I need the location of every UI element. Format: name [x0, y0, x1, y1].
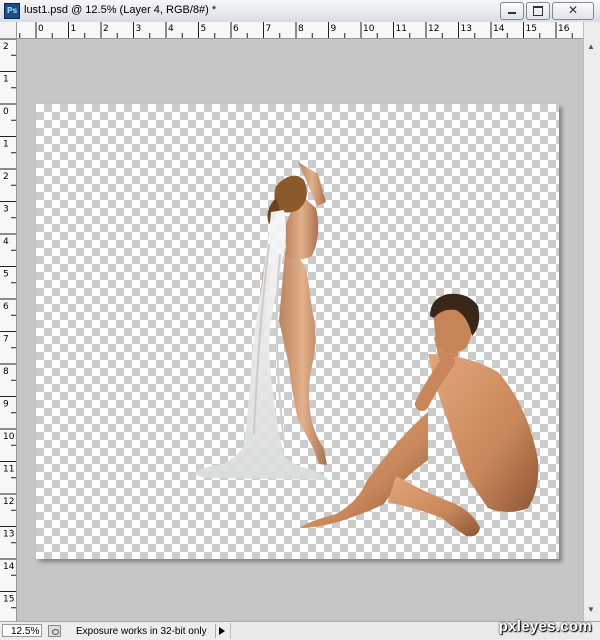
- status-info-icon[interactable]: [48, 625, 61, 637]
- status-message: Exposure works in 32-bit only: [76, 626, 207, 637]
- vertical-scrollbar[interactable]: ▲ ▼: [583, 22, 600, 621]
- ruler-label: 3: [3, 205, 9, 215]
- scroll-down-icon[interactable]: ▼: [587, 605, 595, 614]
- ruler-label: 14: [3, 562, 15, 572]
- ruler-label: 7: [266, 24, 272, 34]
- ruler-label: 9: [331, 24, 337, 34]
- ruler-label: 15: [526, 24, 537, 34]
- ruler-label: 1: [3, 75, 9, 85]
- ruler-label: 5: [3, 270, 9, 280]
- canvas-workspace[interactable]: [17, 39, 583, 621]
- ruler-label: 0: [3, 107, 9, 117]
- ruler-label: 5: [201, 24, 207, 34]
- ruler-label: 3: [136, 24, 142, 34]
- ruler-label: 7: [3, 335, 9, 345]
- ruler-label: 1: [71, 24, 77, 34]
- ruler-label: 4: [168, 24, 174, 34]
- ruler-label: 12: [428, 24, 439, 34]
- document-title: lust1.psd @ 12.5% (Layer 4, RGB/8#) *: [24, 4, 217, 16]
- close-icon: ✕: [567, 3, 579, 17]
- man-figure-layer: [300, 293, 539, 537]
- minimize-icon: [508, 12, 516, 14]
- ruler-label: 14: [493, 24, 505, 34]
- ruler-label: 6: [233, 24, 239, 34]
- watermark-logo: pxleyes.com: [498, 618, 592, 635]
- ruler-label: 13: [3, 530, 14, 540]
- ruler-label: 8: [298, 24, 304, 34]
- close-button[interactable]: ✕: [552, 2, 594, 20]
- ruler-label: 1: [3, 140, 9, 150]
- scroll-up-icon[interactable]: ▲: [587, 42, 595, 51]
- ruler-label: 10: [363, 24, 375, 34]
- vertical-ruler[interactable]: 2 1 0 1 2 3 4 5 6 7 8 9 10 11 12 13 14 15: [0, 39, 17, 621]
- ruler-label: 9: [3, 400, 9, 410]
- ruler-label: 15: [3, 595, 14, 605]
- ruler-origin[interactable]: [0, 22, 17, 39]
- ruler-label: 2: [3, 42, 9, 52]
- title-bar[interactable]: Ps lust1.psd @ 12.5% (Layer 4, RGB/8#) *…: [0, 0, 600, 23]
- ruler-label: 13: [461, 24, 472, 34]
- ruler-label: 4: [3, 237, 9, 247]
- ruler-label: 16: [558, 24, 570, 34]
- photoshop-app-icon: Ps: [4, 3, 20, 19]
- window-controls: ✕: [500, 2, 594, 20]
- ruler-label: 6: [3, 302, 9, 312]
- woman-figure-layer: [195, 162, 328, 480]
- horizontal-ruler[interactable]: 1012345678910111213141516: [17, 22, 583, 39]
- vertical-ruler-ticks: 210123456789101112131415: [0, 39, 16, 609]
- minimize-button[interactable]: [500, 2, 524, 20]
- ruler-label: 2: [3, 172, 9, 182]
- ruler-label: 8: [3, 367, 9, 377]
- ruler-label: 11: [396, 24, 407, 34]
- zoom-level-field[interactable]: 12.5%: [2, 624, 42, 637]
- horizontal-ruler-ticks: 1012345678910111213141516: [19, 22, 573, 38]
- photoshop-document-window: Ps lust1.psd @ 12.5% (Layer 4, RGB/8#) *…: [0, 0, 600, 640]
- maximize-button[interactable]: [526, 2, 550, 20]
- ruler-label: 11: [3, 465, 14, 475]
- status-menu-arrow-icon[interactable]: [215, 624, 228, 638]
- ruler-label: 10: [3, 432, 15, 442]
- maximize-icon: [533, 6, 543, 16]
- canvas-layers: [195, 162, 539, 537]
- ruler-label: 0: [38, 24, 44, 34]
- ruler-label: 12: [3, 497, 14, 507]
- document-canvas[interactable]: [36, 104, 559, 559]
- ruler-label: 2: [103, 24, 109, 34]
